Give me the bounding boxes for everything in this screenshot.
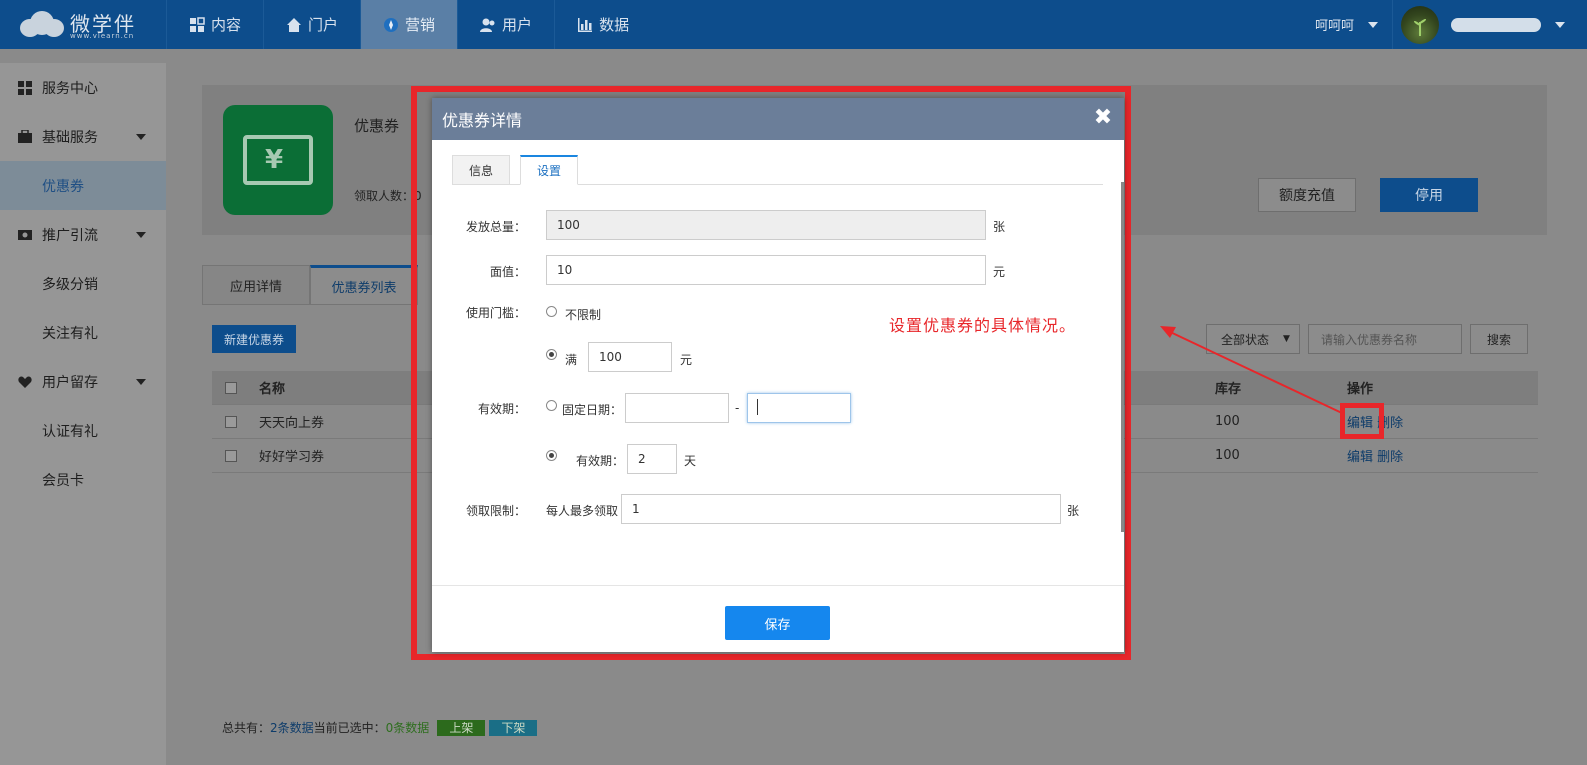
threshold-label: 使用门槛： xyxy=(465,306,526,320)
valid-days-field[interactable]: 2 xyxy=(627,444,677,474)
unlimited-radio[interactable] xyxy=(546,306,557,317)
save-button[interactable]: 保存 xyxy=(725,606,830,640)
limit-unit: 张 xyxy=(1067,504,1080,518)
modal-footer: 保存 xyxy=(432,585,1124,652)
annotation-text: 设置优惠券的具体情况。 xyxy=(889,316,1077,335)
full-amount-field[interactable]: 100 xyxy=(588,342,672,372)
tab-info[interactable]: 信息 xyxy=(452,155,510,185)
text-cursor xyxy=(757,399,758,415)
face-value-unit: 元 xyxy=(993,265,1006,279)
valid-days-unit: 天 xyxy=(684,454,697,468)
full-unit: 元 xyxy=(680,353,693,367)
limit-prefix: 每人最多领取 xyxy=(546,504,619,518)
date-separator: - xyxy=(735,401,740,415)
limit-field[interactable]: 1 xyxy=(621,494,1061,524)
full-label: 满 xyxy=(565,353,578,367)
valid-days-label: 有效期： xyxy=(576,454,625,468)
tab-settings[interactable]: 设置 xyxy=(520,155,578,185)
total-label: 发放总量： xyxy=(465,220,526,234)
modal-tabs: 信息 设置 xyxy=(452,155,1103,185)
end-date-field[interactable] xyxy=(747,393,851,423)
fixed-date-label: 固定日期： xyxy=(562,403,623,417)
full-radio[interactable] xyxy=(546,349,557,360)
total-unit: 张 xyxy=(993,220,1006,234)
limit-label: 领取限制： xyxy=(465,504,526,518)
valid-days-radio[interactable] xyxy=(546,450,557,461)
validity-label: 有效期： xyxy=(477,402,526,416)
start-date-field[interactable] xyxy=(625,393,729,423)
modal-header: 优惠券详情 ✖ xyxy=(432,98,1124,140)
fixed-date-radio[interactable] xyxy=(546,400,557,411)
modal-title: 优惠券详情 xyxy=(442,111,523,130)
total-field: 100 xyxy=(546,210,986,240)
coupon-detail-modal: 优惠券详情 ✖ 信息 设置 发放总量： 100 张 面值： 10 元 使用门槛：… xyxy=(432,98,1124,652)
face-value-label: 面值： xyxy=(489,265,526,279)
face-value-field[interactable]: 10 xyxy=(546,255,986,285)
unlimited-label: 不限制 xyxy=(565,308,602,322)
modal-scrollbar[interactable] xyxy=(1121,182,1124,532)
close-icon[interactable]: ✖ xyxy=(1092,107,1114,129)
